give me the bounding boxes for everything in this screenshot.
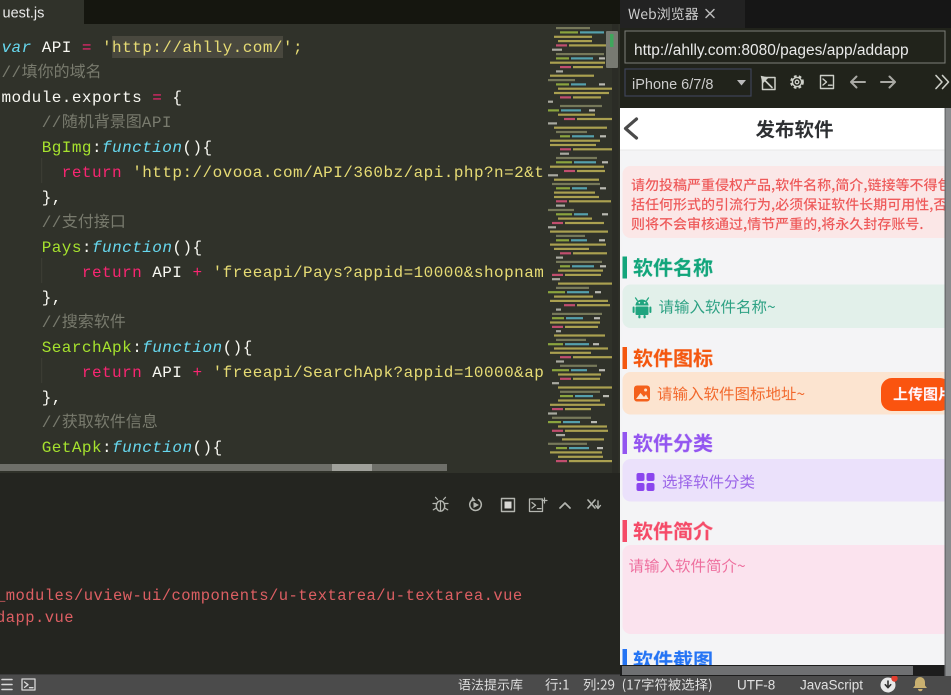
svg-text:(){: (){ <box>172 239 202 257</box>
svg-text:return: return <box>82 364 142 382</box>
svg-text:+: + <box>193 364 203 382</box>
svg-text::: : <box>132 339 142 357</box>
svg-text:function: function <box>112 439 192 457</box>
svg-text:Pays: Pays <box>42 239 82 257</box>
svg-text:http://ahlly.com:8080/pages/ap: http://ahlly.com:8080/pages/app/addapp <box>634 42 909 59</box>
svg-text:JavaScript: JavaScript <box>800 678 863 693</box>
svg-text:(){: (){ <box>223 339 253 357</box>
svg-text:},: }, <box>42 289 62 307</box>
svg-text:function: function <box>102 139 182 157</box>
svg-text:API: API <box>152 364 182 382</box>
svg-text:API: API <box>142 114 172 132</box>
svg-text:API: API <box>42 39 72 57</box>
svg-text://: // <box>42 414 62 432</box>
svg-text:API: API <box>152 264 182 282</box>
svg-text:_modules/uview-ui/components/u: _modules/uview-ui/components/u-textarea/… <box>0 587 523 605</box>
svg-text::: : <box>82 239 92 257</box>
svg-text:return: return <box>82 264 142 282</box>
svg-text:UTF-8: UTF-8 <box>737 678 775 693</box>
svg-text:'freeapi/SearchApk?appid=10000: 'freeapi/SearchApk?appid=10000&appn <box>213 364 565 382</box>
svg-text:{: { <box>172 89 182 107</box>
svg-text://: // <box>2 64 22 82</box>
svg-text:=: = <box>82 39 92 57</box>
svg-text://: // <box>42 314 62 332</box>
svg-text://: // <box>42 114 62 132</box>
svg-text:'freeapi/Pays?appid=10000&shop: 'freeapi/Pays?appid=10000&shopname= <box>213 264 565 282</box>
svg-text:},: }, <box>42 389 62 407</box>
svg-text:(){: (){ <box>193 439 223 457</box>
svg-text::: : <box>102 439 112 457</box>
svg-text:module.exports: module.exports <box>2 89 143 107</box>
svg-text::: : <box>92 139 102 157</box>
svg-text:return: return <box>62 164 122 182</box>
svg-text:'http://ahlly.com/';: 'http://ahlly.com/'; <box>102 39 303 57</box>
svg-text:iPhone 6/7/8: iPhone 6/7/8 <box>632 77 713 93</box>
svg-text:+: + <box>193 264 203 282</box>
svg-text:uest.js: uest.js <box>3 6 45 22</box>
svg-text:var: var <box>2 39 32 57</box>
svg-text://: // <box>42 214 62 232</box>
svg-text:dapp.vue: dapp.vue <box>0 609 74 627</box>
svg-text:(){: (){ <box>182 139 212 157</box>
svg-text:=: = <box>152 89 162 107</box>
svg-text:BgImg: BgImg <box>42 139 92 157</box>
svg-text:GetApk: GetApk <box>42 439 102 457</box>
svg-text:function: function <box>142 339 222 357</box>
svg-text:function: function <box>92 239 172 257</box>
svg-text:},: }, <box>42 189 62 207</box>
svg-text:SearchApk: SearchApk <box>42 339 132 357</box>
